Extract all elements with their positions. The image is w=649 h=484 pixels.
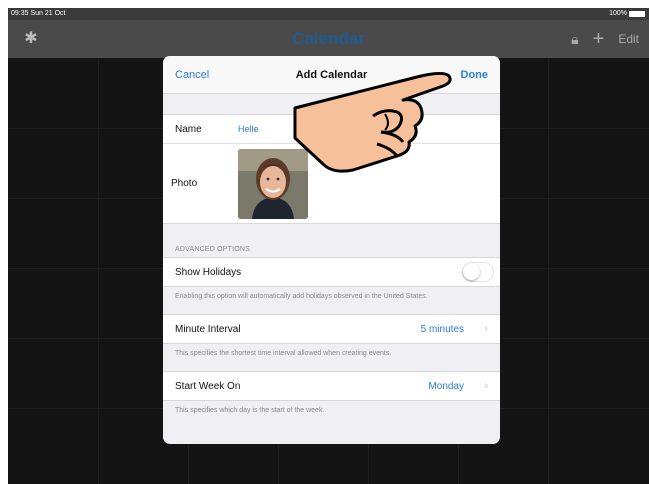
week-note: This specifies which day is the start of… (175, 407, 325, 414)
battery-percent: 100% (609, 10, 627, 17)
status-bar: 09:35 Sun 21 Oct 100% (8, 8, 649, 20)
start-week-value: Monday (428, 380, 464, 392)
week-group: Start Week On Monday › (163, 371, 500, 401)
holidays-group: Show Holidays (163, 257, 500, 287)
show-holidays-row: Show Holidays (163, 258, 500, 286)
name-label: Name (175, 123, 202, 135)
show-holidays-toggle[interactable] (462, 262, 494, 282)
status-time: 09:35 Sun 21 Oct (11, 10, 66, 17)
device-screen: 09:35 Sun 21 Oct 100% ✱ Calendar 🔒︎ + Ed… (8, 8, 649, 484)
start-week-label: Start Week On (175, 380, 241, 392)
edit-button[interactable]: Edit (618, 32, 639, 46)
battery-indicator: 100% (609, 8, 645, 20)
minute-interval-value: 5 minutes (420, 323, 464, 335)
chevron-right-icon: › (484, 380, 488, 392)
show-holidays-label: Show Holidays (175, 266, 242, 278)
holidays-note: Enabling this option will automatically … (175, 293, 428, 300)
interval-group: Minute Interval 5 minutes › (163, 314, 500, 344)
app-navbar: ✱ Calendar 🔒︎ + Edit (8, 20, 649, 58)
name-field[interactable]: Helle (238, 124, 259, 134)
minute-interval-row[interactable]: Minute Interval 5 minutes › (163, 315, 500, 343)
start-week-row[interactable]: Start Week On Monday › (163, 372, 500, 400)
app-title: Calendar (292, 29, 365, 48)
navbar-actions: 🔒︎ + Edit (571, 20, 639, 58)
photo-label: Photo (171, 178, 198, 189)
pointing-hand-icon (293, 71, 452, 173)
interval-note: This specifies the shortest time interva… (175, 350, 392, 357)
plus-icon[interactable]: + (593, 28, 605, 51)
battery-icon (629, 11, 645, 17)
chevron-right-icon: › (484, 323, 488, 335)
advanced-options-header: ADVANCED OPTIONS (175, 246, 251, 253)
minute-interval-label: Minute Interval (175, 323, 241, 335)
lock-icon[interactable]: 🔒︎ (571, 31, 578, 48)
